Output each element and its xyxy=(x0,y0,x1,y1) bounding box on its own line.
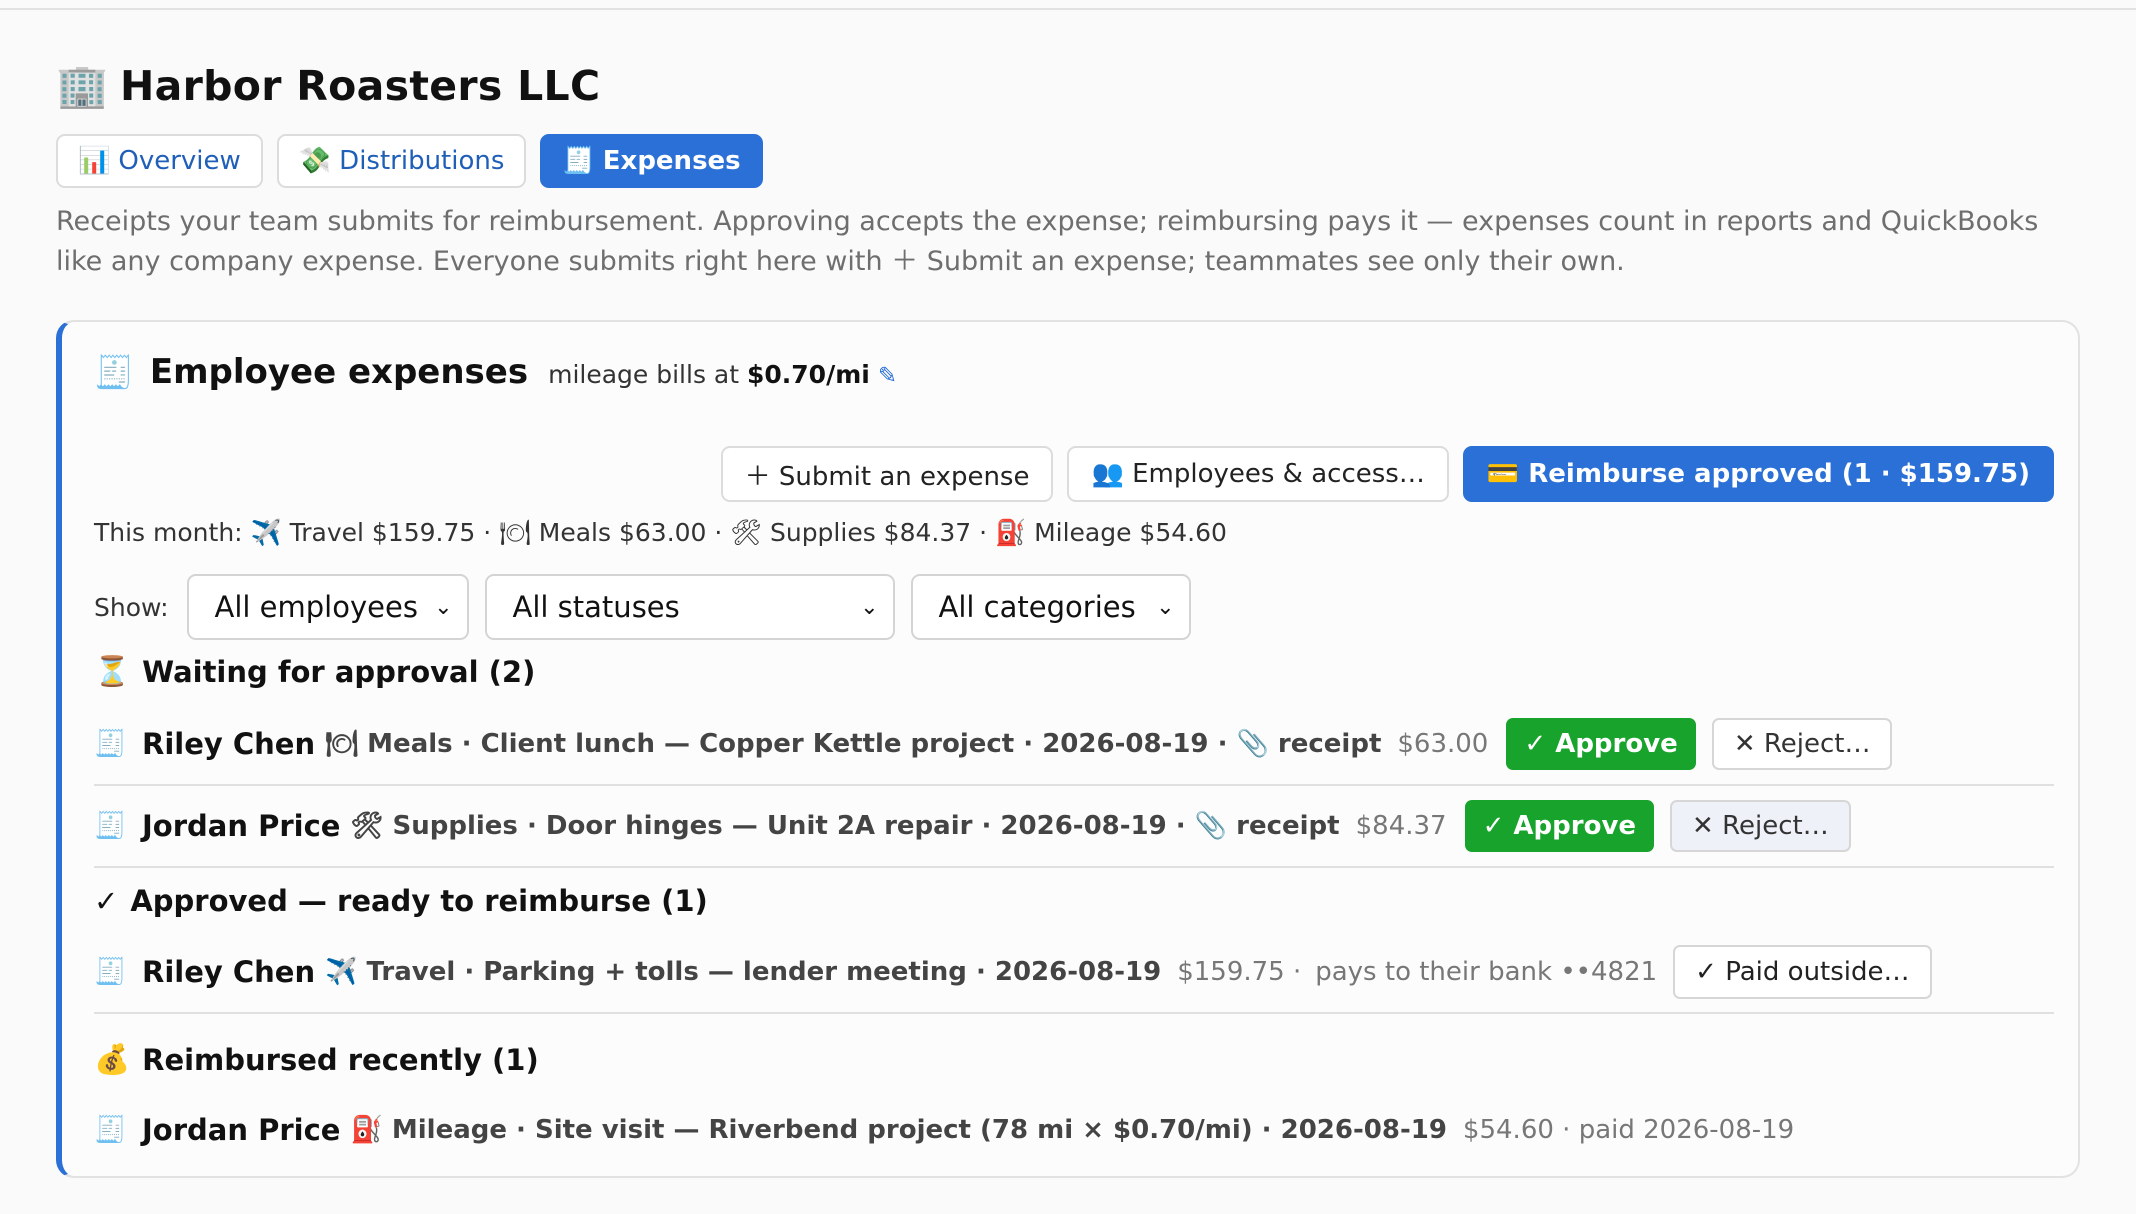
intro-text: Receipts your team submits for reimburse… xyxy=(56,206,2039,277)
receipt-icon: 🧾 xyxy=(94,1115,127,1145)
employee-name: Jordan Price xyxy=(142,1113,341,1147)
employee-expenses-card: 🧾 Employee expenses mileage bills at $0.… xyxy=(56,320,2080,1178)
expense-row: 🧾 Jordan Price 🛠 Supplies · Door hinges … xyxy=(94,786,2054,868)
tab-label: Overview xyxy=(118,146,241,176)
month-summary: This month: ✈️ Travel $159.75 · 🍽 Meals … xyxy=(94,518,1227,547)
section-reimbursed: 💰 Reimbursed recently (1) xyxy=(94,1042,539,1077)
receipt-icon: 🧾 xyxy=(94,957,127,987)
expense-row: 🧾 Riley Chen 🍽 Meals · Client lunch — Co… xyxy=(94,704,2054,786)
employees-access-button[interactable]: 👥 Employees & access… xyxy=(1067,446,1449,502)
tab-label: Distributions xyxy=(339,146,505,176)
category-filter-select[interactable]: All categories ⌄ xyxy=(910,574,1191,640)
submit-expense-button[interactable]: ＋ Submit an expense xyxy=(720,446,1054,502)
employee-filter-value: All employees xyxy=(214,590,418,624)
receipt-icon: 🧾 xyxy=(562,146,595,176)
page-header: 🏢 Harbor Roasters LLC xyxy=(56,58,2080,114)
filter-label: Show: xyxy=(94,592,169,622)
chevron-down-icon: ⌄ xyxy=(860,594,879,620)
receipt-icon: 🧾 xyxy=(94,729,127,759)
reject-button[interactable]: ✕ Reject… xyxy=(1670,800,1851,852)
section-waiting-approval: ⏳ Waiting for approval (2) xyxy=(94,654,535,689)
card-actions: ＋ Submit an expense 👥 Employees & access… xyxy=(720,446,2054,502)
top-divider xyxy=(0,0,2136,10)
expense-amount: $54.60 · paid 2026-08-19 xyxy=(1462,1115,1795,1145)
tab-bar: 📊 Overview 💸 Distributions 🧾 Expenses xyxy=(56,134,2080,190)
reject-button[interactable]: ✕ Reject… xyxy=(1711,718,1893,770)
receipt-icon: 🧾 xyxy=(94,353,134,391)
building-icon: 🏢 xyxy=(56,61,109,110)
expense-row: 🧾 Riley Chen ✈️ Travel · Parking + tolls… xyxy=(94,932,2054,1014)
employee-filter-select[interactable]: All employees ⌄ xyxy=(186,574,469,640)
approve-button[interactable]: ✓ Approve xyxy=(1464,800,1655,852)
tab-distributions[interactable]: 💸 Distributions xyxy=(276,134,527,188)
tab-label: Expenses xyxy=(602,146,741,176)
mileage-rate-value: $0.70/mi xyxy=(747,360,870,389)
paid-outside-button[interactable]: ✓ Paid outside… xyxy=(1673,945,1932,999)
receipt-icon: 🧾 xyxy=(94,811,127,841)
bar-chart-icon: 📊 xyxy=(78,146,111,176)
money-bag-icon: 💰 xyxy=(94,1042,131,1076)
expense-amount: $63.00 xyxy=(1397,729,1489,759)
card-header: 🧾 Employee expenses mileage bills at $0.… xyxy=(94,352,2054,398)
card-title: Employee expenses xyxy=(149,352,529,392)
mileage-prefix: mileage bills at xyxy=(548,360,740,389)
employee-name: Jordan Price xyxy=(142,809,341,843)
page-title: Harbor Roasters LLC xyxy=(120,62,601,110)
category-filter-value: All categories xyxy=(938,590,1136,624)
expense-amount: $159.75 · xyxy=(1177,957,1302,987)
section-title: Reimbursed recently (1) xyxy=(142,1042,539,1077)
expense-row: 🧾 Jordan Price ⛽ Mileage · Site visit — … xyxy=(94,1090,2054,1170)
mileage-rate-text: mileage bills at $0.70/mi xyxy=(548,360,870,389)
expense-details: 🍽 Meals · Client lunch — Copper Kettle p… xyxy=(325,729,1382,759)
status-filter-value: All statuses xyxy=(512,590,680,624)
check-icon: ✓ xyxy=(94,884,119,918)
section-title: Waiting for approval (2) xyxy=(142,654,536,689)
tab-expenses[interactable]: 🧾 Expenses xyxy=(540,134,763,188)
bank-info: pays to their bank ••4821 xyxy=(1315,957,1658,987)
approve-button[interactable]: ✓ Approve xyxy=(1506,718,1696,770)
section-title: Approved — ready to reimburse (1) xyxy=(130,884,708,918)
edit-pencil-icon[interactable]: ✎ xyxy=(878,363,897,389)
tab-overview[interactable]: 📊 Overview xyxy=(56,134,263,188)
chevron-down-icon: ⌄ xyxy=(434,594,453,620)
section-approved: ✓ Approved — ready to reimburse (1) xyxy=(94,884,708,918)
expense-details: 🛠 Supplies · Door hinges — Unit 2A repai… xyxy=(350,811,1340,841)
expense-details: ✈️ Travel · Parking + tolls — lender mee… xyxy=(325,957,1162,987)
expense-amount: $84.37 xyxy=(1355,811,1447,841)
reimburse-approved-button[interactable]: 💳 Reimburse approved (1 · $159.75) xyxy=(1462,446,2054,502)
filter-bar: Show: All employees ⌄ All statuses ⌄ All… xyxy=(94,574,1191,640)
status-filter-select[interactable]: All statuses ⌄ xyxy=(484,574,895,640)
expense-details: ⛽ Mileage · Site visit — Riverbend proje… xyxy=(350,1115,1447,1145)
hourglass-icon: ⏳ xyxy=(94,654,131,688)
page: 🏢 Harbor Roasters LLC 📊 Overview 💸 Distr… xyxy=(56,58,2080,1178)
employee-name: Riley Chen xyxy=(142,955,316,989)
employee-name: Riley Chen xyxy=(142,727,316,761)
money-wings-icon: 💸 xyxy=(298,146,332,176)
chevron-down-icon: ⌄ xyxy=(1156,594,1175,620)
